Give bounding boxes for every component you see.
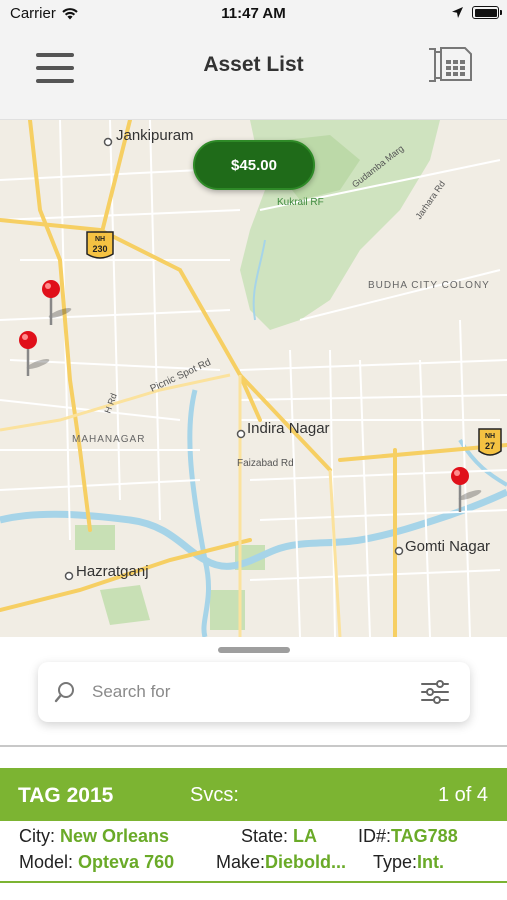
type-field: Type:Int. [373,852,445,872]
nav-bar: Asset List [0,28,507,120]
sim-card-icon[interactable] [427,46,473,84]
nh27-shield: NH 27 [478,428,502,456]
model-value: Opteva 760 [78,852,175,872]
map-label-faizabad: Faizabad Rd [237,458,294,469]
status-bar: Carrier 11:47 AM [0,0,507,28]
map-view[interactable]: NH 230 NH 27 Jankipuram Kukrail RF Gudam… [0,120,507,637]
asset-list-panel: TAG 2015 Svcs: 1 of 4 City: New Orleans … [0,637,507,900]
state-value: LA [293,826,318,846]
map-label-gomti-nagar: Gomti Nagar [405,538,490,555]
search-input[interactable] [92,676,392,708]
svg-text:NH: NH [485,433,495,440]
asset-tag: TAG 2015 [18,784,114,807]
type-value: Int. [417,852,445,872]
make-field: Make:Diebold... [216,852,347,872]
drag-handle[interactable] [218,647,290,653]
svcs-label: Svcs: [190,784,239,806]
asset-count: 1 of 4 [437,784,488,806]
location-arrow-icon [452,7,463,18]
id-value: TAG788 [391,826,458,846]
map-label-jankipuram: Jankipuram [116,127,194,144]
state-field: State: LA [241,826,318,846]
make-value: Diebold... [265,852,347,872]
city-field: City: New Orleans [19,826,170,846]
svg-text:NH: NH [95,236,105,243]
svg-text:230: 230 [92,244,107,254]
model-field: Model: Opteva 760 [19,852,175,872]
map-label-budha: BUDHA CITY COLONY [368,280,490,291]
map-label-hazratganj: Hazratganj [76,563,149,580]
clock: 11:47 AM [221,5,286,22]
city-value: New Orleans [60,826,170,846]
search-bar[interactable] [38,662,470,722]
asset-card[interactable]: TAG 2015 Svcs: 1 of 4 City: New Orleans … [0,768,507,883]
price-badge[interactable]: $45.00 [193,140,315,190]
asset-card-header: TAG 2015 Svcs: 1 of 4 [0,768,507,821]
search-icon [54,682,74,703]
map-canvas[interactable]: NH 230 NH 27 Jankipuram Kukrail RF Gudam… [0,120,507,637]
asset-card-body: City: New Orleans State: LA ID#:TAG788 M… [0,821,507,883]
filter-sliders-icon[interactable] [420,678,450,706]
svg-text:27: 27 [485,441,495,451]
id-field: ID#:TAG788 [358,826,458,846]
map-label-kukrail: Kukrail RF [277,197,324,208]
map-label-indira-nagar: Indira Nagar [247,420,330,437]
nh230-shield: NH 230 [86,231,114,259]
battery-icon [472,6,502,19]
map-label-mahanagar: MAHANAGAR [72,434,145,445]
divider [0,745,507,747]
